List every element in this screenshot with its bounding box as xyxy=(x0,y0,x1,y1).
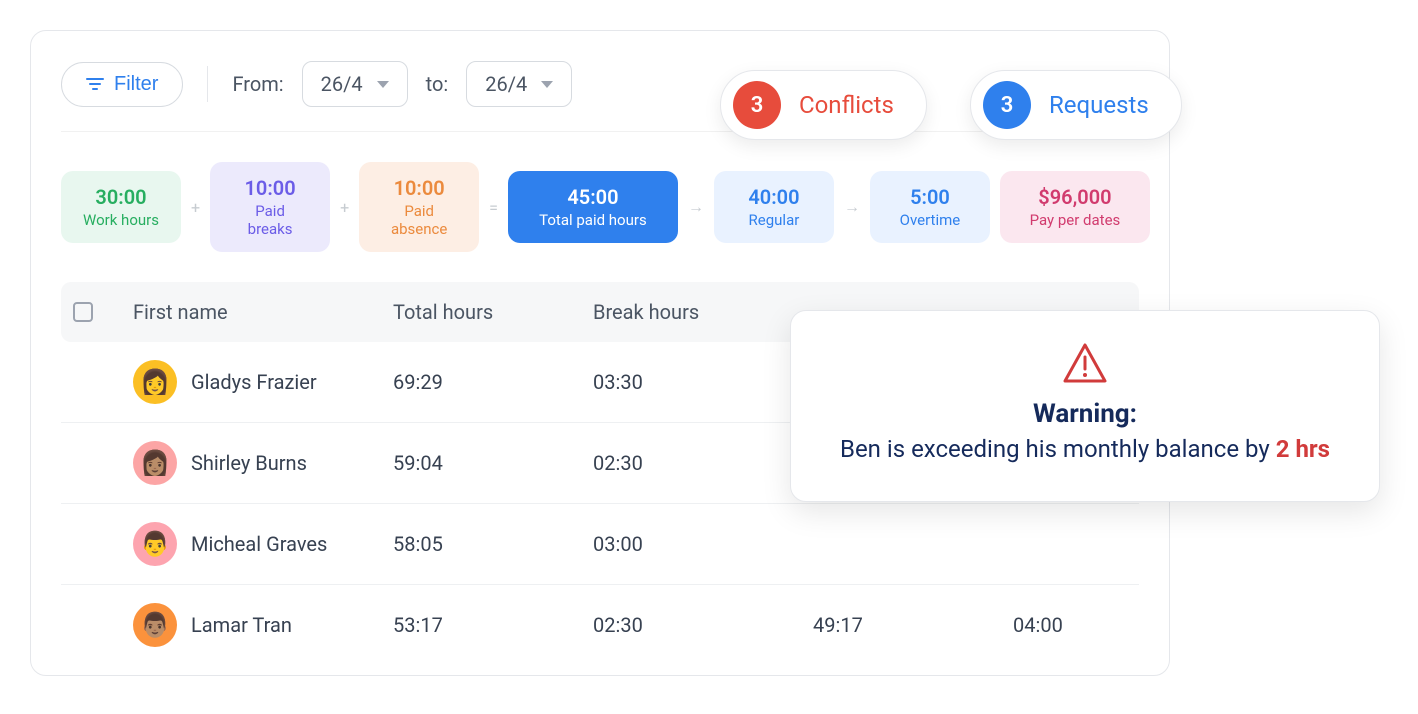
stat-label: Overtime xyxy=(892,211,968,229)
stat-value: 10:00 xyxy=(381,176,457,200)
warning-title: Warning: xyxy=(823,399,1347,429)
cell-break: 02:30 xyxy=(593,613,813,637)
stat-total-paid-hours[interactable]: 45:00 Total paid hours xyxy=(508,171,678,243)
stat-overtime[interactable]: 5:00 Overtime xyxy=(870,171,990,243)
stat-value: 30:00 xyxy=(83,185,159,209)
divider xyxy=(207,66,208,102)
from-date-value: 26/4 xyxy=(321,72,363,96)
stat-value: $96,000 xyxy=(1022,185,1128,209)
stat-work-hours[interactable]: 30:00 Work hours xyxy=(61,171,181,243)
stat-label: Work hours xyxy=(83,211,159,229)
warning-text: Ben is exceeding his monthly balance by xyxy=(840,435,1276,463)
stat-value: 10:00 xyxy=(232,176,308,200)
requests-count-badge: 3 xyxy=(983,81,1031,129)
avatar: 👨 xyxy=(133,522,177,566)
avatar: 👩🏽 xyxy=(133,441,177,485)
stat-label: Paid breaks xyxy=(232,202,308,238)
equals-icon: = xyxy=(489,198,498,217)
to-date-select[interactable]: 26/4 xyxy=(466,61,572,107)
cell-4: 49:17 xyxy=(813,613,1013,637)
filter-icon xyxy=(86,77,104,91)
employee-name: Shirley Burns xyxy=(191,451,307,475)
plus-icon: + xyxy=(340,198,349,217)
cell-break: 03:00 xyxy=(593,532,813,556)
select-all-checkbox[interactable] xyxy=(73,302,93,322)
cell-break: 02:30 xyxy=(593,451,813,475)
stat-value: 5:00 xyxy=(892,185,968,209)
stat-label: Pay per dates xyxy=(1022,211,1128,229)
conflicts-pill[interactable]: 3 Conflicts xyxy=(720,70,927,140)
table-row[interactable]: 👨🏽 Lamar Tran 53:17 02:30 49:17 04:00 xyxy=(61,585,1139,665)
from-date-select[interactable]: 26/4 xyxy=(302,61,408,107)
stat-value: 45:00 xyxy=(530,185,656,209)
stat-label: Regular xyxy=(736,211,812,229)
col-total-hours[interactable]: Total hours xyxy=(393,300,593,324)
requests-label: Requests xyxy=(1049,91,1149,119)
col-break-hours[interactable]: Break hours xyxy=(593,300,813,324)
cell-5: 04:00 xyxy=(1013,613,1153,637)
stat-pay-per-dates[interactable]: $96,000 Pay per dates xyxy=(1000,171,1150,243)
stat-paid-absence[interactable]: 10:00 Paid absence xyxy=(359,162,479,252)
to-date-value: 26/4 xyxy=(485,72,527,96)
employee-name: Lamar Tran xyxy=(191,613,292,637)
filter-button[interactable]: Filter xyxy=(61,62,183,107)
table-row[interactable]: 👨 Micheal Graves 58:05 03:00 xyxy=(61,504,1139,585)
cell-break: 03:30 xyxy=(593,370,813,394)
arrow-right-icon: → xyxy=(688,197,704,217)
plus-icon: + xyxy=(191,198,200,217)
cell-total: 59:04 xyxy=(393,451,593,475)
stats-row: 30:00 Work hours + 10:00 Paid breaks + 1… xyxy=(61,162,1139,252)
avatar: 👩 xyxy=(133,360,177,404)
chevron-down-icon xyxy=(377,81,389,88)
stat-paid-breaks[interactable]: 10:00 Paid breaks xyxy=(210,162,330,252)
chevron-down-icon xyxy=(541,81,553,88)
warning-body: Ben is exceeding his monthly balance by … xyxy=(823,433,1347,467)
warning-card: Warning: Ben is exceeding his monthly ba… xyxy=(790,310,1380,502)
filter-label: Filter xyxy=(114,73,158,96)
to-label: to: xyxy=(426,72,449,96)
stat-label: Paid absence xyxy=(381,202,457,238)
cell-total: 58:05 xyxy=(393,532,593,556)
warning-hours: 2 hrs xyxy=(1276,435,1330,463)
stat-value: 40:00 xyxy=(736,185,812,209)
cell-total: 69:29 xyxy=(393,370,593,394)
employee-name: Gladys Frazier xyxy=(191,370,317,394)
warning-icon xyxy=(823,341,1347,385)
arrow-right-icon: → xyxy=(844,197,860,217)
from-label: From: xyxy=(232,72,283,96)
avatar: 👨🏽 xyxy=(133,603,177,647)
stat-regular[interactable]: 40:00 Regular xyxy=(714,171,834,243)
employee-name: Micheal Graves xyxy=(191,532,327,556)
conflicts-count-badge: 3 xyxy=(733,81,781,129)
requests-pill[interactable]: 3 Requests xyxy=(970,70,1182,140)
conflicts-label: Conflicts xyxy=(799,91,894,119)
cell-total: 53:17 xyxy=(393,613,593,637)
stat-label: Total paid hours xyxy=(530,211,656,229)
col-first-name[interactable]: First name xyxy=(133,300,393,324)
